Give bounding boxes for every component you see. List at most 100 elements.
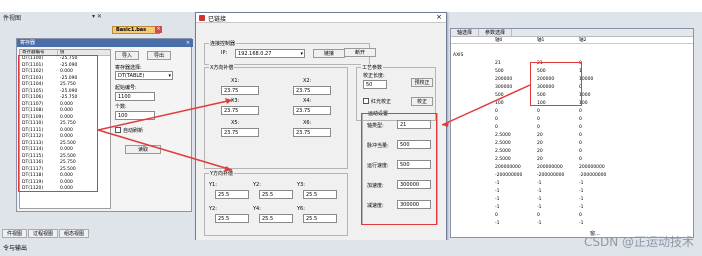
- axis-param-row[interactable]: 0 0 0: [451, 124, 693, 132]
- calib-len-input[interactable]: 50: [363, 80, 387, 89]
- axis-param-row[interactable]: -200000000 -200000000 -200000000: [451, 172, 693, 180]
- x-field-input[interactable]: 23.75: [293, 106, 331, 115]
- axis-param-cell: -1: [537, 221, 542, 226]
- axis-param-cell: 2.5000: [495, 141, 511, 146]
- bottom-tab[interactable]: 过程视图: [28, 229, 59, 238]
- x-field-label: X4:: [303, 98, 312, 104]
- axis-param-row[interactable]: 0 0 0: [451, 212, 693, 220]
- calib-len-label: 校正长度:: [363, 73, 385, 79]
- controller-group-title: 连接控制器: [209, 40, 237, 47]
- ip-value: 192.168.0.27: [238, 51, 272, 57]
- axis-param-cell: 21: [495, 61, 501, 66]
- pin-icon[interactable]: ▾ ✕: [92, 13, 102, 20]
- auto-refresh-checkbox[interactable]: [115, 127, 121, 133]
- axis-param-cell: 0: [537, 125, 540, 130]
- axis-param-cell: 0: [579, 213, 582, 218]
- y-field-input[interactable]: 25.5: [215, 190, 249, 199]
- axis-param-cell: 0: [579, 85, 582, 90]
- chevron-down-icon: ▾: [300, 51, 303, 57]
- x-field-label: X3:: [231, 98, 240, 104]
- axis-param-cell: [493, 44, 535, 52]
- register-select-dropdown[interactable]: DT(TABLE) ▾: [115, 71, 173, 80]
- axis-param-cell: [535, 52, 577, 60]
- column-header: 轴0: [495, 38, 503, 43]
- axis-param-row[interactable]: 2.5000 20 0: [451, 156, 693, 164]
- axis-param-cell: 0: [579, 157, 582, 162]
- read-button[interactable]: 读取: [125, 145, 161, 154]
- axis-param-cell: -200000000: [579, 173, 607, 178]
- axis-param-row[interactable]: -1 -1 -1: [451, 220, 693, 228]
- export-button[interactable]: 导出: [147, 51, 171, 60]
- bottom-tab[interactable]: 件视图: [2, 229, 28, 238]
- y-field-input[interactable]: 25.5: [303, 214, 337, 223]
- x-field-label: X2:: [303, 78, 312, 84]
- file-tab[interactable]: Basic1.bas: [112, 26, 160, 34]
- axis-param-cell: 200000000: [495, 165, 521, 170]
- y-field-label: Y2:: [253, 182, 261, 188]
- file-tab-close-button[interactable]: ×: [155, 26, 162, 33]
- axis-param-cell: 1: [579, 69, 582, 74]
- import-button[interactable]: 导入: [115, 51, 139, 60]
- axis-param-row[interactable]: AXIS: [451, 52, 693, 60]
- bottom-tabs: 件视图 过程视图 组态视图: [2, 229, 90, 238]
- axis-param-row[interactable]: -1 -1 -1: [451, 180, 693, 188]
- axis-param-row[interactable]: 2.5000 20 0: [451, 132, 693, 140]
- connect-button[interactable]: 链接: [313, 49, 345, 58]
- motion-highlight-box: [361, 113, 437, 225]
- axis-param-row[interactable]: 0 0 0: [451, 108, 693, 116]
- start-no-input[interactable]: 1100: [115, 92, 155, 101]
- axis-param-cell: 20: [537, 133, 543, 138]
- axis-param-cell: 300000: [495, 85, 513, 90]
- register-panel-title: 寄存器 ×: [17, 39, 193, 47]
- y-field-input[interactable]: 25.5: [259, 214, 293, 223]
- axis-param-cell: -1: [579, 189, 584, 194]
- y-field-input[interactable]: 25.5: [303, 190, 337, 199]
- axis-param-cell: [451, 156, 493, 164]
- axis-param-cell: 0: [495, 117, 498, 122]
- x-field-input[interactable]: 23.75: [293, 86, 331, 95]
- x-field-input[interactable]: 23.75: [221, 128, 259, 137]
- tab-axis-select[interactable]: 轴选择: [451, 29, 480, 36]
- axis-param-row[interactable]: 2.5000 20 0: [451, 140, 693, 148]
- red-light-checkbox[interactable]: [363, 98, 369, 104]
- axis-param-row[interactable]: [451, 44, 693, 52]
- disconnect-button[interactable]: 断开: [344, 48, 376, 57]
- y-field-input[interactable]: 25.5: [215, 214, 249, 223]
- bottom-tab[interactable]: 组态视图: [59, 229, 90, 238]
- axis-param-row[interactable]: -1 -1 -1: [451, 188, 693, 196]
- axis-param-cell: 0: [537, 117, 540, 122]
- axis-param-cell: [451, 180, 493, 188]
- axis-param-cell: -1: [495, 189, 500, 194]
- axis-param-row[interactable]: 2.5000 20 0: [451, 148, 693, 156]
- axis-param-row[interactable]: 0 0 0: [451, 116, 693, 124]
- axis-param-cell: AXIS: [453, 53, 464, 58]
- axis-param-row[interactable]: 200000000 200000000 200000000: [451, 164, 693, 172]
- axis-param-cell: [451, 164, 493, 172]
- register-select-value: DT(TABLE): [118, 73, 145, 79]
- axis-param-cell: -1: [537, 181, 542, 186]
- ip-dropdown[interactable]: 192.168.0.27 ▾: [235, 49, 305, 58]
- axis-panel-tabs: 轴选择 参数选择: [451, 29, 693, 37]
- y-field-label: Y4:: [253, 206, 261, 212]
- axis-param-cell: [451, 132, 493, 140]
- axis-param-cell: [451, 108, 493, 116]
- axis-param-cell: -1: [579, 221, 584, 226]
- axis-panel-header: 轴0 轴1 轴2: [451, 37, 693, 44]
- count-label: 个数:: [115, 104, 127, 110]
- x-field-input[interactable]: 23.75: [293, 128, 331, 137]
- axis-param-cell: [535, 44, 577, 52]
- process-group-title: 工艺参数: [361, 64, 384, 71]
- count-input[interactable]: 100: [115, 111, 155, 120]
- axis-param-row[interactable]: -1 -1 -1: [451, 204, 693, 212]
- calibrate-button[interactable]: 校正: [411, 97, 433, 106]
- tab-param-select[interactable]: 参数选择: [479, 29, 513, 36]
- x-field-input[interactable]: 23.75: [221, 86, 259, 95]
- pre-calibrate-button[interactable]: 预校正: [411, 78, 433, 87]
- axis-param-cell: 100: [579, 101, 588, 106]
- dialog-close-button[interactable]: ×: [436, 13, 442, 21]
- register-panel-close-button[interactable]: ×: [186, 39, 190, 47]
- y-field-input[interactable]: 25.5: [259, 190, 293, 199]
- x-field-input[interactable]: 23.75: [221, 106, 259, 115]
- dialog-titlebar: 已链接 ×: [196, 13, 446, 23]
- axis-param-row[interactable]: -1 -1 -1: [451, 196, 693, 204]
